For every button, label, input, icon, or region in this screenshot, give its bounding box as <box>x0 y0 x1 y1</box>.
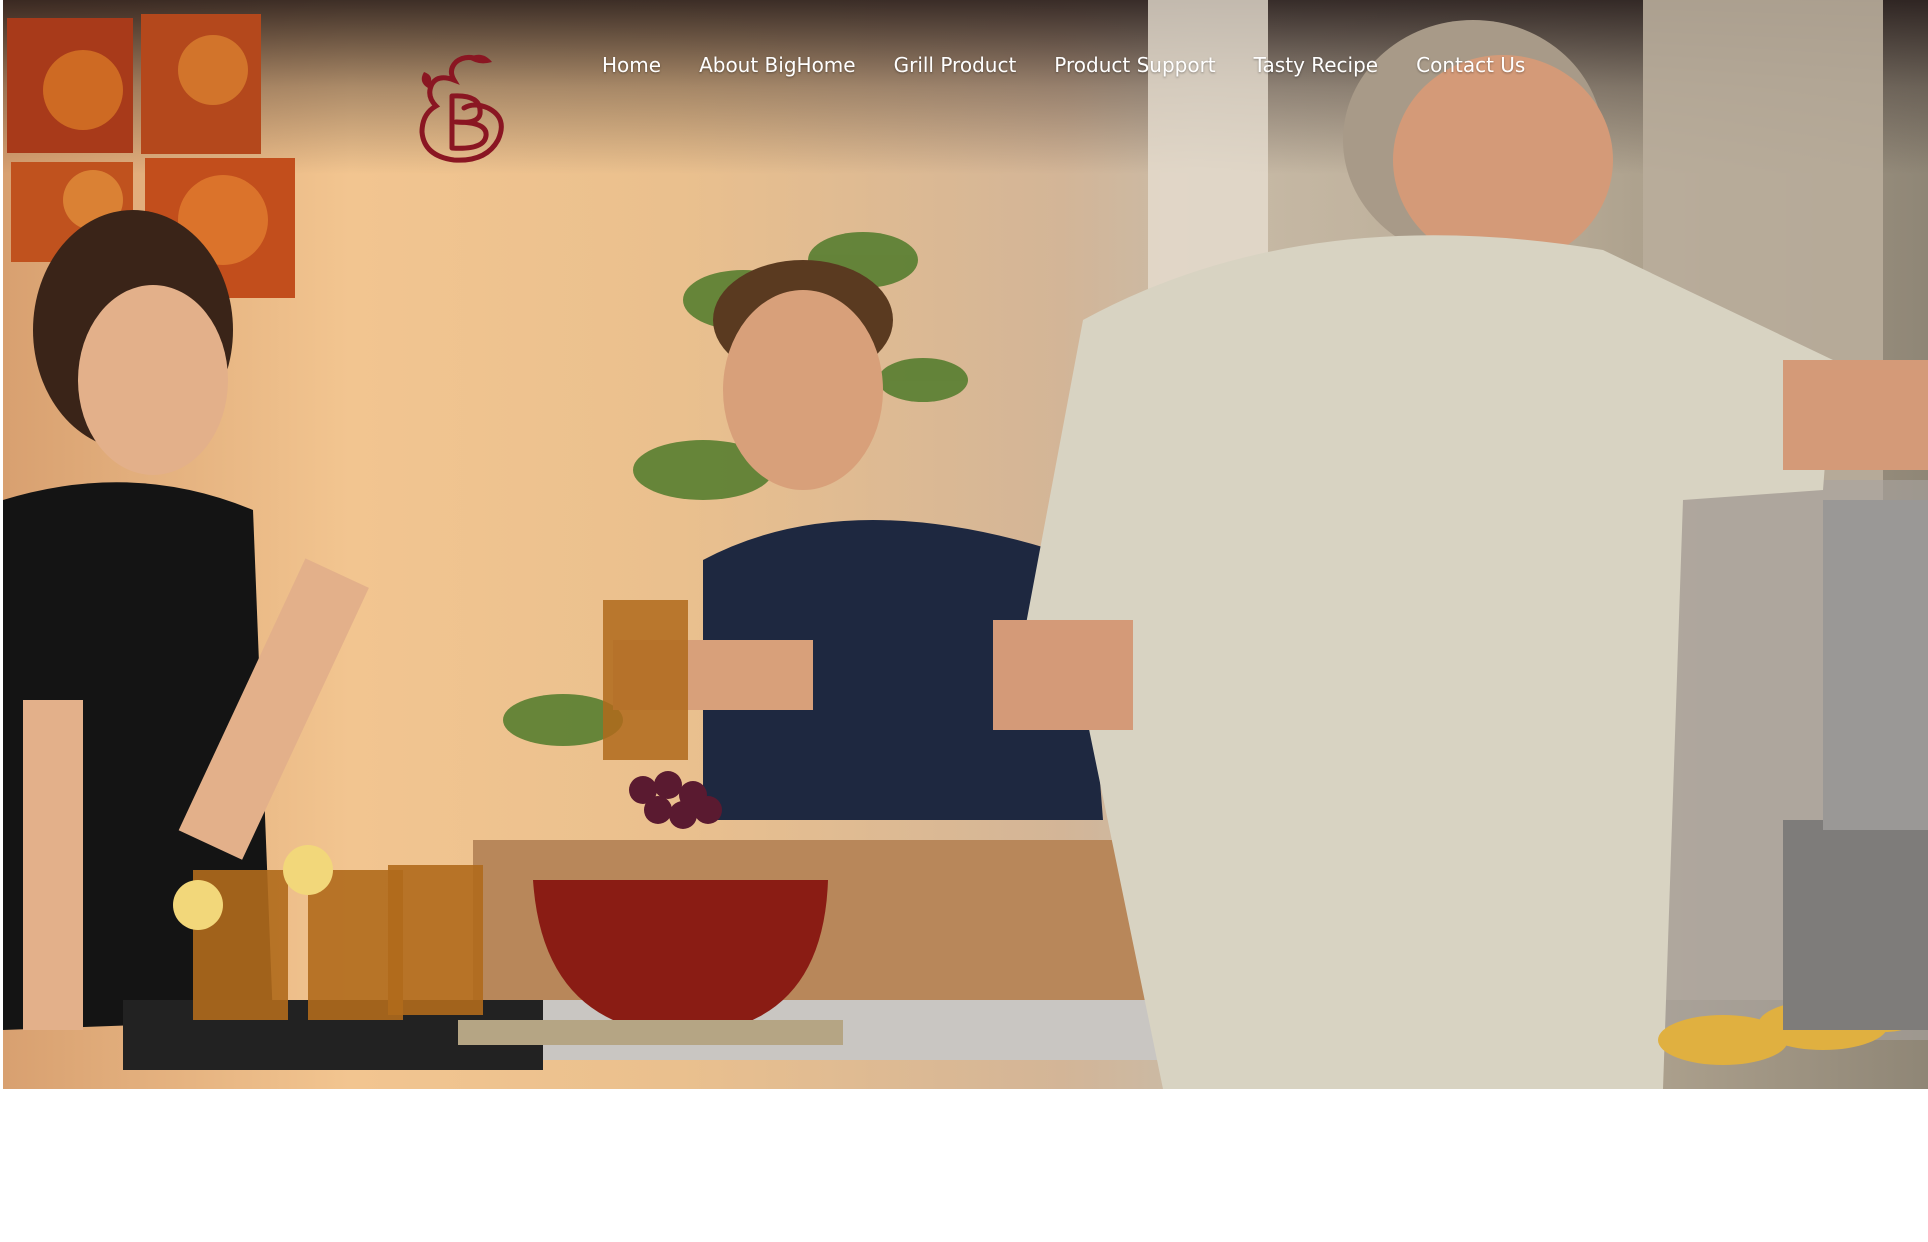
hero-banner: Home About BigHome Grill Product Product… <box>3 0 1928 1089</box>
nav-item-about-bighome[interactable]: About BigHome <box>680 50 875 80</box>
nav-item-grill-product[interactable]: Grill Product <box>875 50 1036 80</box>
nav-item-product-support[interactable]: Product Support <box>1035 50 1234 80</box>
brand-logo[interactable] <box>408 52 508 164</box>
nav-item-home[interactable]: Home <box>583 50 680 80</box>
hero-photo <box>3 0 1928 1089</box>
main-nav: Home About BigHome Grill Product Product… <box>583 50 1544 80</box>
nav-item-contact-us[interactable]: Contact Us <box>1397 50 1544 80</box>
nav-item-tasty-recipe[interactable]: Tasty Recipe <box>1235 50 1397 80</box>
young-man-figure <box>603 260 1103 820</box>
page: Home About BigHome Grill Product Product… <box>0 0 1928 1242</box>
bighome-b-leaf-logo-icon <box>419 54 504 163</box>
content-area <box>0 1089 1928 1242</box>
